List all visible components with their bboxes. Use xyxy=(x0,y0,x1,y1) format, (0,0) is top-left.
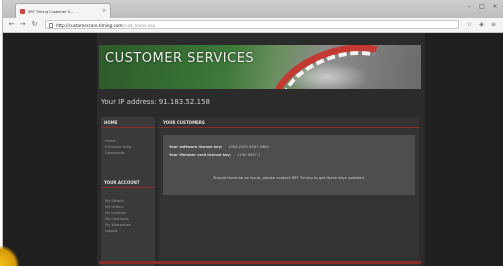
license-info-box: Your software license key: 1000-2355-5347… xyxy=(163,135,415,195)
minimize-icon[interactable]: – xyxy=(463,3,475,10)
sidebar: HOME Home Firmware Area Downloads YOUR A… xyxy=(101,117,155,266)
footer-bar xyxy=(99,261,421,264)
license-label: Your Member card license key: xyxy=(169,153,232,157)
license-row: Your Member card license key: 1190-9547-7 xyxy=(169,153,260,157)
tab-strip: SRT Timing Customer S... × – □ × xyxy=(3,0,503,19)
close-tab-icon[interactable]: × xyxy=(102,9,106,14)
maximize-icon[interactable]: □ xyxy=(476,3,488,10)
star-icon[interactable]: ☆ xyxy=(465,20,474,29)
back-icon[interactable]: ← xyxy=(7,20,16,29)
browser-toolbar: ← → ↻ http://customercare.timing.com/cus… xyxy=(3,18,503,33)
license-value: 1000-2355-5347-2884 xyxy=(228,145,269,149)
browser-tab[interactable]: SRT Timing Customer S... × xyxy=(15,3,111,19)
main-panel: YOUR CUSTOMERS Your software license key… xyxy=(159,117,419,266)
license-value: 1190-9547-7 xyxy=(237,153,261,157)
reload-icon[interactable]: ↻ xyxy=(30,20,39,29)
license-row: Your software license key: 1000-2355-5347… xyxy=(169,145,269,149)
foreground-object xyxy=(0,222,22,266)
close-window-icon[interactable]: × xyxy=(489,3,501,10)
page-viewport: CUSTOMER SERVICES Your IP address: 91.18… xyxy=(3,33,503,266)
extension-icon[interactable]: ◈ xyxy=(477,20,486,29)
page-icon xyxy=(49,23,53,28)
favicon-icon xyxy=(20,9,25,14)
sidebar-heading-home: HOME xyxy=(101,117,155,128)
menu-icon[interactable]: ≡ xyxy=(489,20,498,29)
sidebar-heading-account: YOUR ACCOUNT xyxy=(101,177,155,188)
tab-title: SRT Timing Customer S... xyxy=(28,9,74,14)
site-container: CUSTOMER SERVICES Your IP address: 91.18… xyxy=(97,33,425,266)
banner-title: CUSTOMER SERVICES xyxy=(105,51,255,66)
forward-icon[interactable]: → xyxy=(18,20,27,29)
license-label: Your software license key: xyxy=(169,145,223,149)
sidebar-item-logout[interactable]: Logout xyxy=(101,228,155,234)
address-bar[interactable]: http://customercare.timing.com/cust_home… xyxy=(45,20,459,29)
header-banner: CUSTOMER SERVICES xyxy=(99,45,421,89)
url-path: /cust_home.asp xyxy=(122,23,156,28)
url-host: http://customercare.timing.com xyxy=(56,23,123,28)
notice-text: Should there be an issue, please contact… xyxy=(213,175,365,180)
browser-window: SRT Timing Customer S... × – □ × ← → ↻ h… xyxy=(2,0,503,266)
main-heading: YOUR CUSTOMERS xyxy=(159,117,419,128)
ip-address-text: Your IP address: 91.183.52.158 xyxy=(101,98,210,106)
